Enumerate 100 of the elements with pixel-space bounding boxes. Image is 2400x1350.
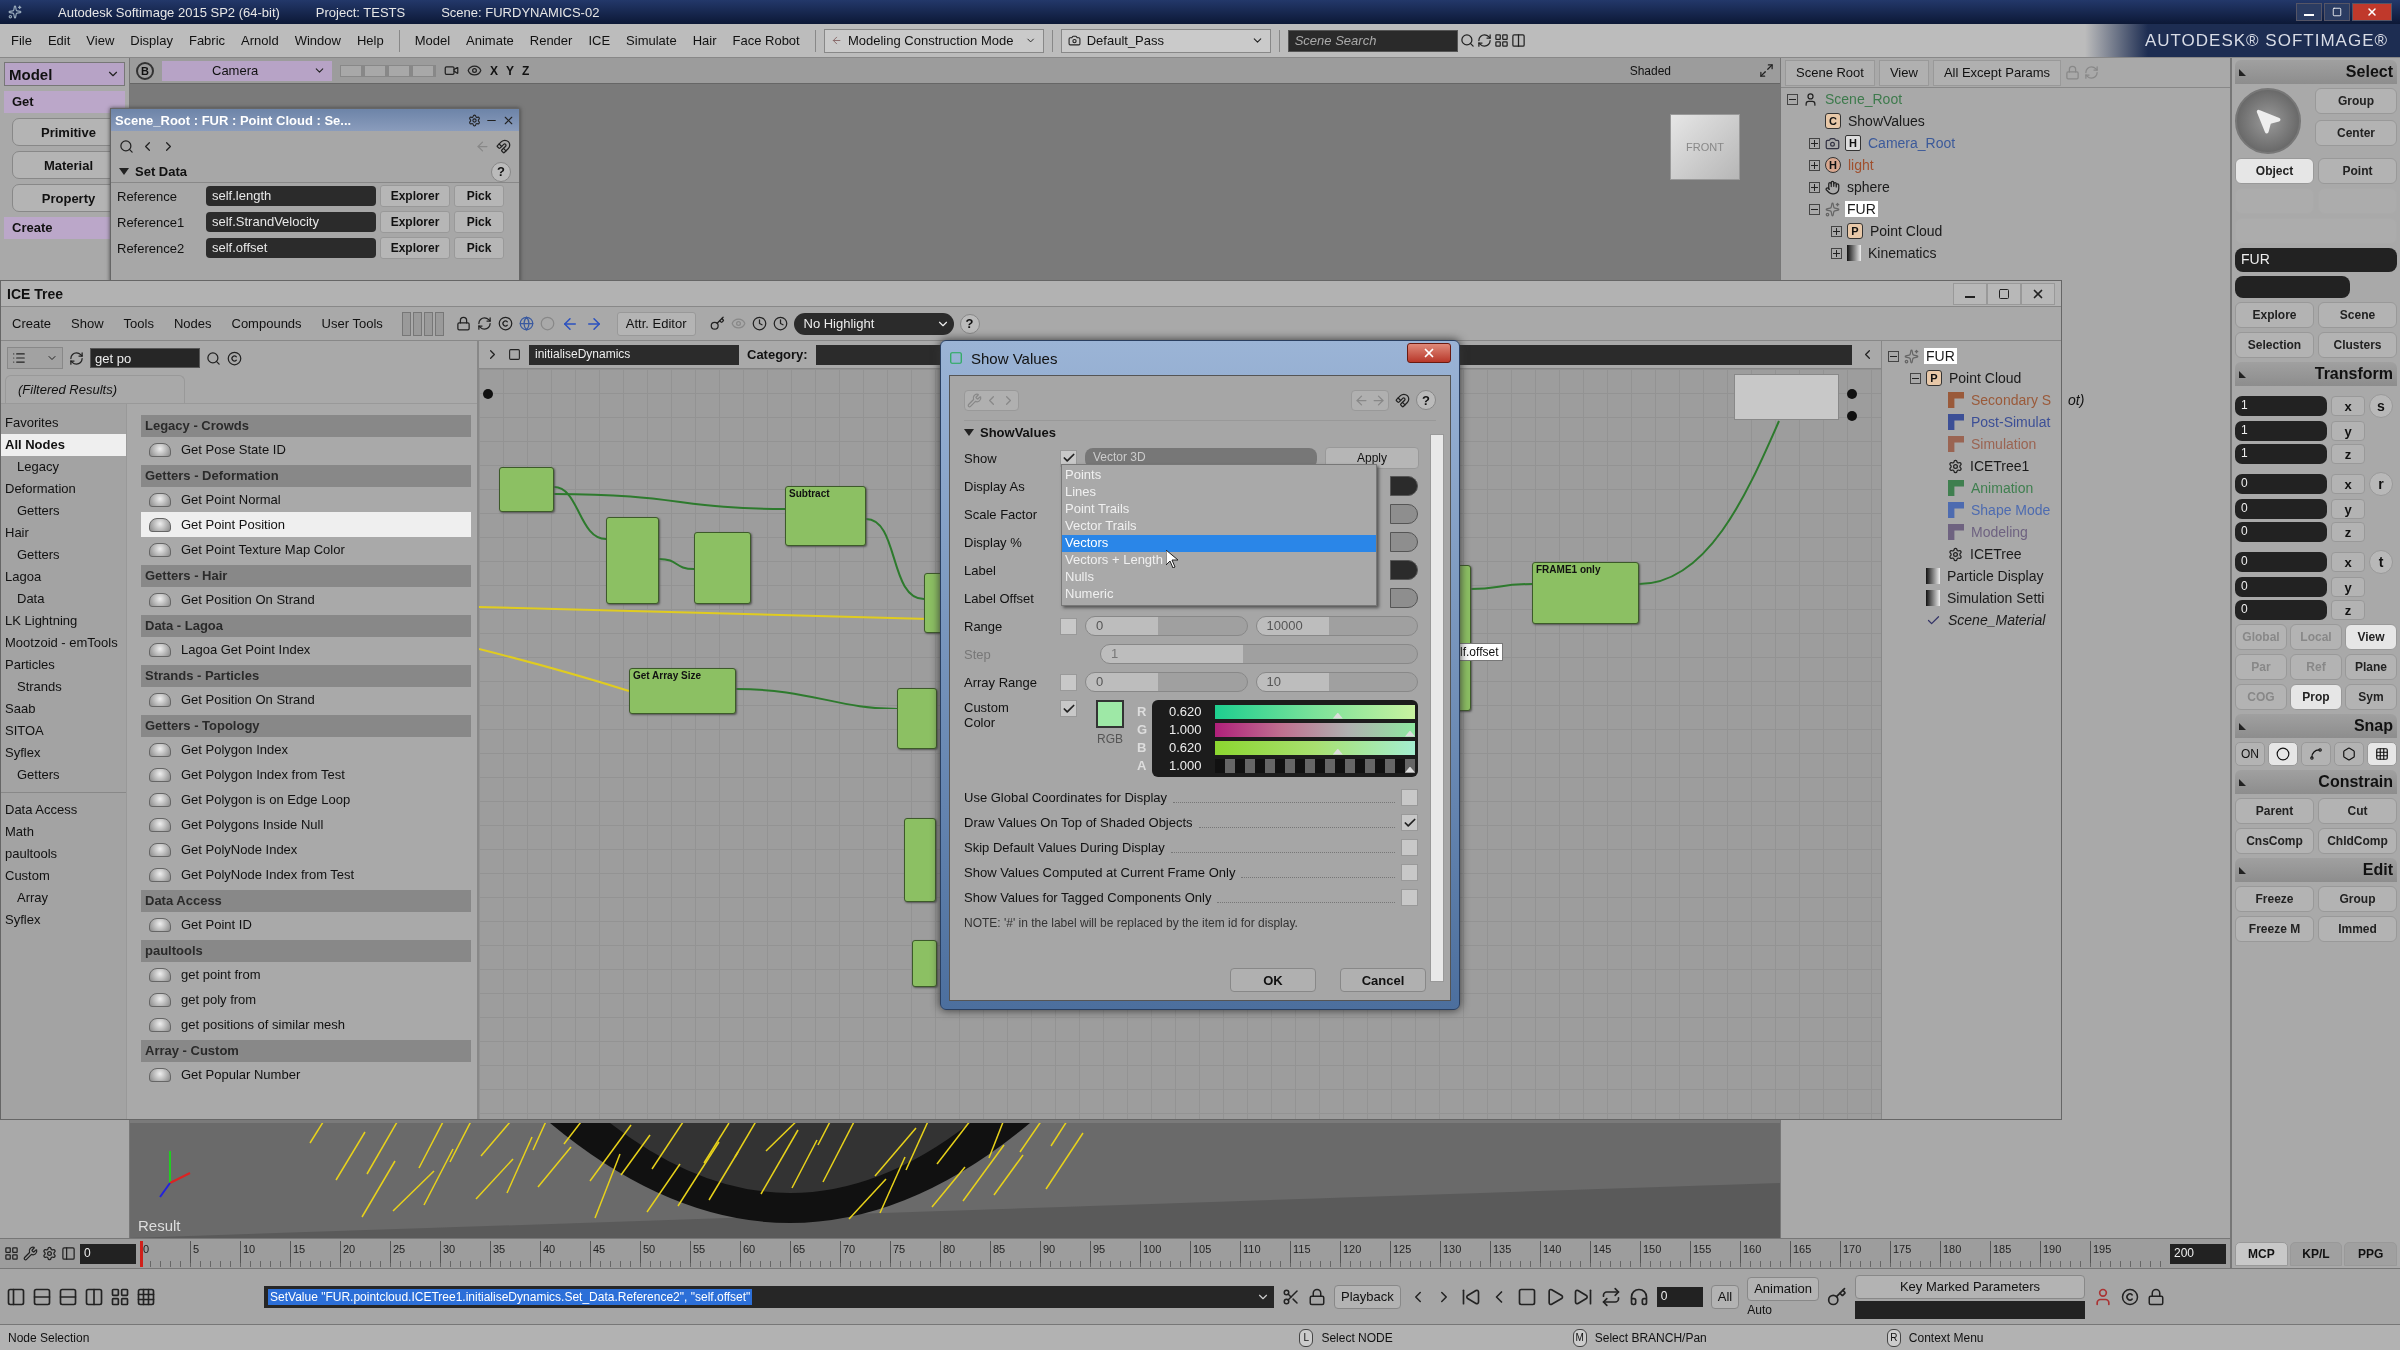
explorer-button[interactable]: Explorer bbox=[380, 185, 450, 207]
checkbox[interactable] bbox=[1401, 889, 1418, 906]
category-item[interactable]: Deformation bbox=[1, 478, 126, 500]
figure-icon[interactable] bbox=[2093, 1286, 2113, 1307]
slider-thumb[interactable] bbox=[1405, 766, 1415, 773]
graph-node[interactable] bbox=[499, 467, 554, 512]
corner-icon[interactable] bbox=[2239, 68, 2246, 76]
refresh-icon[interactable] bbox=[476, 316, 492, 331]
playback-button[interactable]: Playback bbox=[1334, 1284, 1401, 1309]
snap-button[interactable] bbox=[2367, 742, 2397, 766]
help-button[interactable]: ? bbox=[1416, 390, 1436, 410]
pick-button[interactable]: Pick bbox=[454, 211, 504, 233]
node-preset[interactable]: Get Polygon Index from Test bbox=[141, 762, 471, 787]
transform-key-button[interactable]: r bbox=[2369, 472, 2393, 496]
module-menu[interactable]: Face Robot bbox=[725, 33, 807, 48]
menu-item[interactable]: File bbox=[4, 33, 39, 48]
layout-icon[interactable] bbox=[58, 1286, 78, 1307]
axis-button[interactable]: x bbox=[2331, 552, 2365, 572]
mode-button[interactable]: Object bbox=[2235, 158, 2314, 184]
loop-icon[interactable] bbox=[1600, 1286, 1621, 1307]
corner-icon[interactable] bbox=[2239, 370, 2246, 378]
minimize-button[interactable] bbox=[2296, 3, 2322, 21]
axis-toggle[interactable]: Z bbox=[522, 63, 530, 78]
stop-icon[interactable] bbox=[1516, 1286, 1537, 1307]
input-field[interactable] bbox=[2235, 276, 2350, 298]
node-preset[interactable]: Get Point Normal bbox=[141, 487, 471, 512]
refresh-icon[interactable] bbox=[1476, 33, 1492, 48]
axis-button[interactable]: z bbox=[2331, 600, 2365, 620]
eye-icon[interactable] bbox=[467, 63, 482, 78]
number-field[interactable]: 10 bbox=[1255, 672, 1418, 692]
tree-item[interactable]: ICETree bbox=[1968, 546, 2024, 562]
name-field[interactable]: FUR bbox=[2235, 248, 2397, 272]
maximize-icon[interactable] bbox=[1759, 63, 1774, 78]
compound-icon[interactable] bbox=[2121, 1287, 2139, 1306]
layout-icon[interactable] bbox=[1510, 33, 1526, 48]
expander-icon[interactable] bbox=[1831, 225, 1842, 237]
menu-item[interactable]: Display bbox=[123, 33, 180, 48]
reference-field[interactable]: self.length bbox=[206, 186, 376, 206]
minimize-button[interactable] bbox=[1953, 282, 1987, 305]
panel-icon[interactable] bbox=[61, 1246, 76, 1261]
magnet-icon[interactable] bbox=[496, 138, 511, 154]
category-item[interactable]: SITOA bbox=[1, 720, 126, 742]
category-item[interactable]: Hair bbox=[1, 522, 126, 544]
node-preset[interactable]: Get Point Position bbox=[141, 512, 471, 537]
menu-item[interactable]: Tools bbox=[116, 316, 161, 331]
attr-editor-button[interactable]: Attr. Editor bbox=[616, 311, 696, 336]
panel-button[interactable]: Freeze bbox=[2235, 886, 2314, 912]
axis-toggle[interactable]: X bbox=[490, 63, 498, 78]
snap-button[interactable] bbox=[2334, 742, 2364, 766]
graph-node[interactable]: FRAME1 only bbox=[1532, 562, 1639, 624]
compound-icon[interactable] bbox=[497, 316, 513, 331]
transform-field[interactable]: 0 bbox=[2235, 552, 2327, 572]
layout-icon[interactable] bbox=[6, 1286, 26, 1307]
command-field[interactable]: SetValue "FUR.pointcloud.ICETree1.initialiseDynamics.Set_Data.Reference2", "self.offset" bbox=[264, 1285, 1274, 1308]
pass-dropdown[interactable]: Default_Pass bbox=[1060, 28, 1271, 53]
snap-button[interactable] bbox=[2301, 742, 2331, 766]
slider-thumb[interactable] bbox=[1332, 712, 1343, 719]
corner-icon[interactable] bbox=[2239, 778, 2246, 786]
pick-button[interactable]: Pick bbox=[454, 185, 504, 207]
axis-button[interactable]: z bbox=[2331, 444, 2365, 464]
key-marked-button[interactable]: Key Marked Parameters bbox=[1855, 1274, 2085, 1299]
menu-item[interactable]: User Tools bbox=[314, 316, 390, 331]
close-button[interactable] bbox=[1407, 343, 1451, 363]
tree-item[interactable]: ShowValues bbox=[1846, 113, 1927, 129]
gear-icon[interactable] bbox=[468, 113, 481, 127]
transform-field[interactable]: 1 bbox=[2235, 444, 2327, 464]
key-icon[interactable] bbox=[709, 316, 725, 331]
module-menu[interactable]: Animate bbox=[459, 33, 521, 48]
axis-button[interactable]: x bbox=[2331, 396, 2365, 416]
corner-icon[interactable] bbox=[2239, 866, 2246, 874]
module-menu[interactable]: Render bbox=[522, 33, 580, 48]
frame-field[interactable]: 0 bbox=[1656, 1286, 1703, 1307]
checkbox[interactable] bbox=[1060, 700, 1077, 717]
menu-item[interactable]: Edit bbox=[40, 33, 78, 48]
node-preset[interactable]: Get Popular Number bbox=[141, 1062, 471, 1087]
node-preset[interactable]: Get Pose State ID bbox=[141, 437, 471, 462]
layout-icon[interactable] bbox=[32, 1286, 52, 1307]
camera-icon[interactable] bbox=[444, 63, 459, 78]
menu-item[interactable]: Create bbox=[5, 316, 59, 331]
view-toggle-strip[interactable] bbox=[340, 64, 436, 77]
search-field[interactable]: get po bbox=[90, 348, 200, 368]
range-button[interactable]: All bbox=[1710, 1284, 1740, 1309]
close-button[interactable] bbox=[2021, 282, 2055, 305]
category-item[interactable]: paultools bbox=[1, 843, 126, 865]
dropdown-option[interactable]: Vectors bbox=[1062, 535, 1376, 552]
panel-tab[interactable]: KP/L bbox=[2289, 1242, 2343, 1266]
axis-button[interactable]: z bbox=[2331, 522, 2365, 542]
gear-icon[interactable] bbox=[42, 1246, 57, 1261]
explorer-button[interactable]: Scene Root bbox=[1785, 59, 1875, 86]
expander-icon[interactable] bbox=[1787, 93, 1798, 105]
expander-icon[interactable] bbox=[1831, 247, 1842, 259]
snap-on-button[interactable]: ON bbox=[2235, 742, 2265, 766]
module-menu[interactable]: Simulate bbox=[619, 33, 684, 48]
category-item[interactable]: Getters bbox=[1, 764, 126, 786]
layout-icon[interactable] bbox=[84, 1286, 104, 1307]
end-frame-field[interactable]: 200 bbox=[2170, 1243, 2226, 1264]
apply-button[interactable]: Apply bbox=[1325, 447, 1419, 469]
node-preset[interactable]: get point from bbox=[141, 962, 471, 987]
menu-item[interactable]: Nodes bbox=[166, 316, 219, 331]
node-preset[interactable]: Get Point ID bbox=[141, 912, 471, 937]
